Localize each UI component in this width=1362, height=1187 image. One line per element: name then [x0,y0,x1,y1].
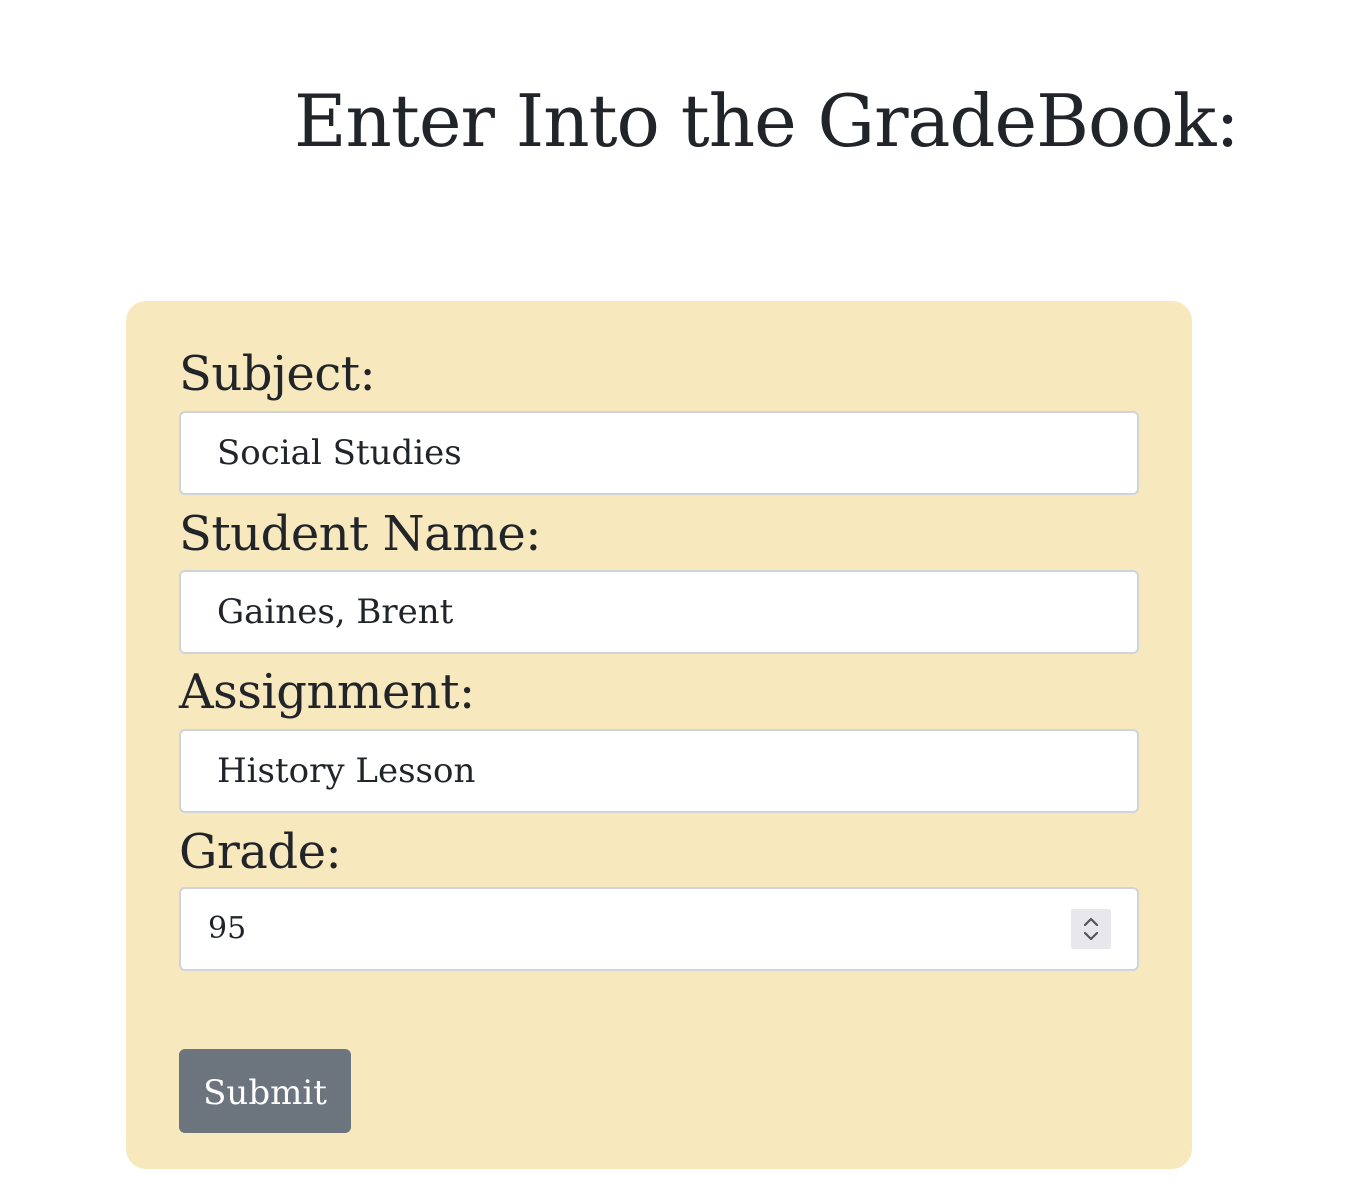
subject-label: Subject: [179,346,376,402]
grade-label: Grade: [179,824,342,880]
student-name-value: Gaines, Brent [217,592,454,632]
chevron-up-down-icon[interactable] [1071,909,1111,949]
subject-input[interactable]: Social Studies [179,411,1139,495]
spinner-arrows-icon [1083,917,1099,941]
submit-button[interactable]: Submit [179,1049,351,1133]
assignment-value: History Lesson [217,751,476,791]
student-name-label: Student Name: [179,506,541,562]
gradebook-form: Subject: Social Studies Student Name: Ga… [126,301,1192,1169]
page-title: Enter Into the GradeBook: [294,79,1240,163]
student-name-input[interactable]: Gaines, Brent [179,570,1139,654]
assignment-label: Assignment: [179,664,475,720]
grade-value: 95 [208,911,247,946]
assignment-input[interactable]: History Lesson [179,729,1139,813]
grade-input[interactable]: 95 [179,887,1139,971]
subject-value: Social Studies [217,433,462,473]
